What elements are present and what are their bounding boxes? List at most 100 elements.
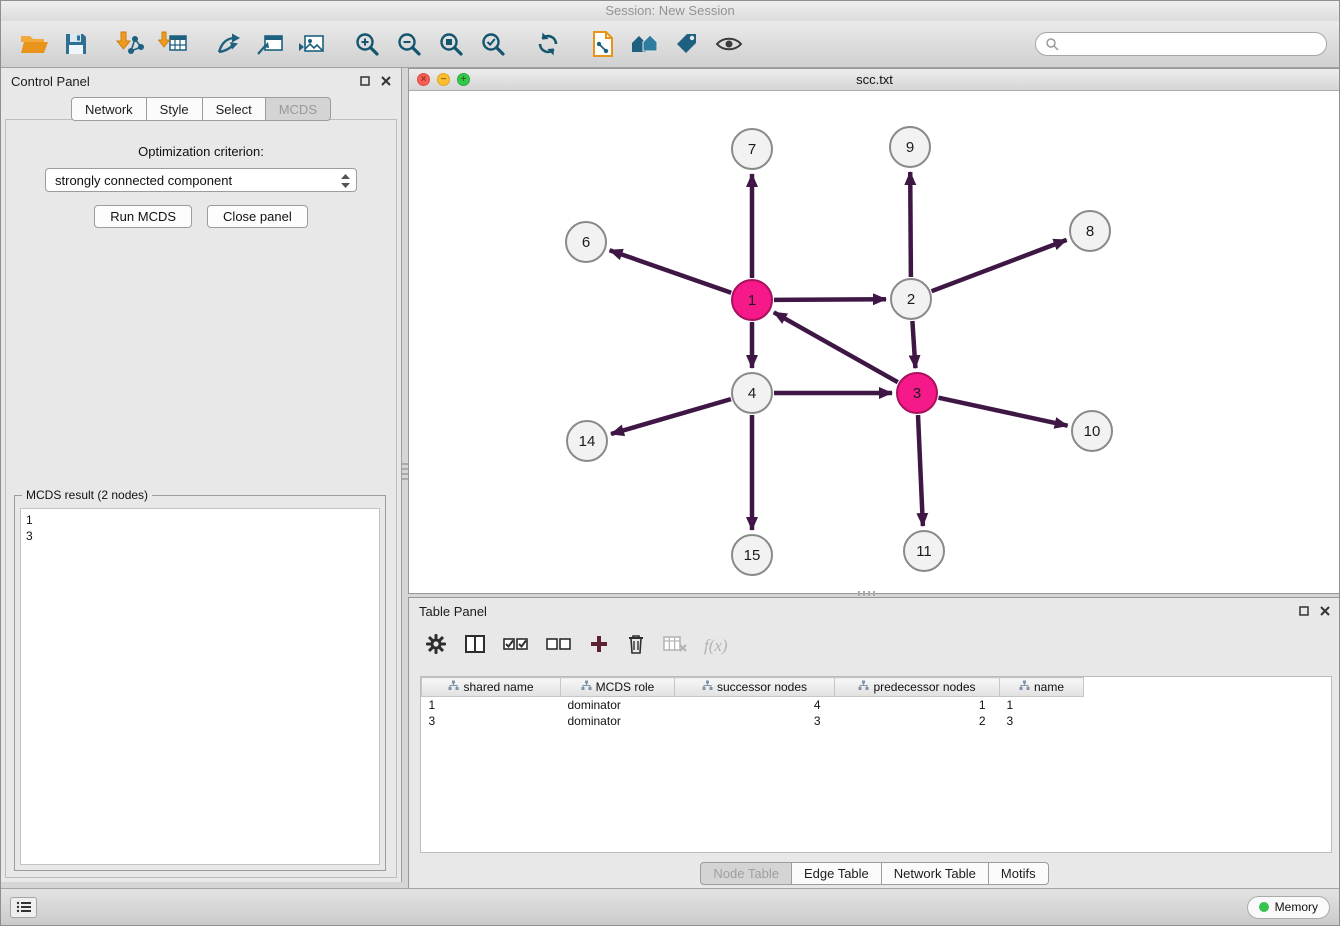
node-1[interactable]: 1: [732, 280, 772, 320]
add-column-button[interactable]: [589, 634, 609, 659]
node-7[interactable]: 7: [732, 129, 772, 169]
cell-successor-nodes[interactable]: 3: [675, 713, 835, 729]
node-10[interactable]: 10: [1072, 411, 1112, 451]
column-header-predecessor-nodes[interactable]: predecessor nodes: [835, 678, 1000, 697]
tab-motifs[interactable]: Motifs: [989, 862, 1049, 885]
run-mcds-button[interactable]: Run MCDS: [94, 205, 192, 228]
edge-2-3[interactable]: [912, 321, 915, 368]
node-15[interactable]: 15: [732, 535, 772, 575]
node-9[interactable]: 9: [890, 127, 930, 167]
search-box[interactable]: [1035, 32, 1327, 56]
select-all-icon: [503, 636, 529, 652]
edge-2-9[interactable]: [910, 172, 911, 277]
column-header-name[interactable]: name: [1000, 678, 1084, 697]
new-network-selection-button[interactable]: [249, 24, 291, 64]
delete-column-button[interactable]: [626, 633, 646, 660]
node-label: 15: [744, 547, 761, 564]
refresh-layout-button[interactable]: [527, 24, 569, 64]
network-window-titlebar[interactable]: × − + scc.txt: [409, 69, 1340, 91]
open-session-button[interactable]: [13, 24, 55, 64]
import-network-button[interactable]: [110, 24, 152, 64]
node-14[interactable]: 14: [567, 421, 607, 461]
cell-shared-name[interactable]: 1: [422, 697, 561, 713]
float-table-panel-icon[interactable]: [1299, 604, 1309, 619]
column-header-mcds-role[interactable]: MCDS role: [561, 678, 675, 697]
vertical-splitter-handle[interactable]: [402, 463, 408, 483]
export-image-button[interactable]: [291, 24, 333, 64]
edge-1-2[interactable]: [774, 299, 886, 300]
first-neighbors-button[interactable]: [624, 24, 666, 64]
tab-network-table[interactable]: Network Table: [882, 862, 989, 885]
column-header-successor-nodes[interactable]: successor nodes: [675, 678, 835, 697]
table-panel: Table Panel: [408, 597, 1340, 889]
node-4[interactable]: 4: [732, 373, 772, 413]
task-history-button[interactable]: [10, 897, 37, 918]
optimization-label: Optimization criterion:: [6, 144, 396, 159]
edge-3-10[interactable]: [939, 398, 1068, 426]
save-session-button[interactable]: [55, 24, 97, 64]
delete-table-button[interactable]: [663, 635, 687, 658]
close-panel-icon[interactable]: [381, 74, 391, 89]
horizontal-splitter-handle[interactable]: [858, 591, 878, 596]
tab-edge-table[interactable]: Edge Table: [792, 862, 882, 885]
maximize-window-button[interactable]: +: [457, 73, 470, 86]
select-all-button[interactable]: [503, 636, 529, 657]
close-window-button[interactable]: ×: [417, 73, 430, 86]
annotation-button[interactable]: [666, 24, 708, 64]
edge-3-11[interactable]: [918, 415, 923, 526]
minimize-window-button[interactable]: −: [437, 73, 450, 86]
cell-successor-nodes[interactable]: 4: [675, 697, 835, 713]
node-8[interactable]: 8: [1070, 211, 1110, 251]
zoom-in-icon: [354, 31, 380, 57]
table-row[interactable]: 3dominator323: [422, 713, 1084, 729]
zoom-fit-icon: [438, 31, 464, 57]
edge-4-14[interactable]: [611, 399, 731, 434]
tab-select[interactable]: Select: [203, 97, 266, 121]
zoom-selected-button[interactable]: [472, 24, 514, 64]
node-11[interactable]: 11: [904, 531, 944, 571]
import-table-button[interactable]: [152, 24, 194, 64]
optimization-select[interactable]: strongly connected component: [45, 168, 357, 192]
edge-3-1[interactable]: [774, 312, 898, 382]
cell-shared-name[interactable]: 3: [422, 713, 561, 729]
column-edit-icon: [858, 680, 869, 691]
window-titlebar[interactable]: Session: New Session: [1, 1, 1339, 21]
show-hide-button[interactable]: [708, 24, 750, 64]
node-3[interactable]: 3: [897, 373, 937, 413]
table-row[interactable]: 1dominator411: [422, 697, 1084, 713]
float-panel-icon[interactable]: [360, 74, 370, 89]
node-label: 14: [579, 433, 596, 450]
memory-button[interactable]: Memory: [1247, 896, 1330, 919]
table-settings-button[interactable]: [425, 633, 447, 660]
zoom-out-button[interactable]: [388, 24, 430, 64]
clone-network-button[interactable]: [207, 24, 249, 64]
cell-predecessor-nodes[interactable]: 1: [835, 697, 1000, 713]
column-header-shared-name[interactable]: shared name: [422, 678, 561, 697]
tab-mcds[interactable]: MCDS: [266, 97, 331, 121]
copy-network-button[interactable]: [582, 24, 624, 64]
tab-style[interactable]: Style: [147, 97, 203, 121]
cell-name[interactable]: 1: [1000, 697, 1084, 713]
deselect-all-button[interactable]: [546, 636, 572, 657]
zoom-fit-button[interactable]: [430, 24, 472, 64]
network-graph[interactable]: 7 9 6 8 1 2 4 3 14 10 15 11: [409, 91, 1340, 593]
search-input[interactable]: [1064, 37, 1317, 51]
tab-node-table[interactable]: Node Table: [700, 862, 792, 885]
node-6[interactable]: 6: [566, 222, 606, 262]
cell-mcds-role[interactable]: dominator: [561, 697, 675, 713]
node-2[interactable]: 2: [891, 279, 931, 319]
edge-2-8[interactable]: [932, 240, 1067, 291]
toolbar-separator: [569, 44, 582, 45]
zoom-in-button[interactable]: [346, 24, 388, 64]
function-builder-button[interactable]: f(x): [704, 636, 728, 656]
tab-network[interactable]: Network: [71, 97, 147, 121]
cell-mcds-role[interactable]: dominator: [561, 713, 675, 729]
zoom-out-icon: [396, 31, 422, 57]
cell-predecessor-nodes[interactable]: 2: [835, 713, 1000, 729]
cell-name[interactable]: 3: [1000, 713, 1084, 729]
close-panel-button[interactable]: Close panel: [207, 205, 308, 228]
mcds-result-lines[interactable]: 13: [20, 508, 380, 865]
close-table-panel-icon[interactable]: [1320, 604, 1330, 619]
show-columns-button[interactable]: [464, 634, 486, 659]
edge-1-6[interactable]: [610, 250, 732, 293]
